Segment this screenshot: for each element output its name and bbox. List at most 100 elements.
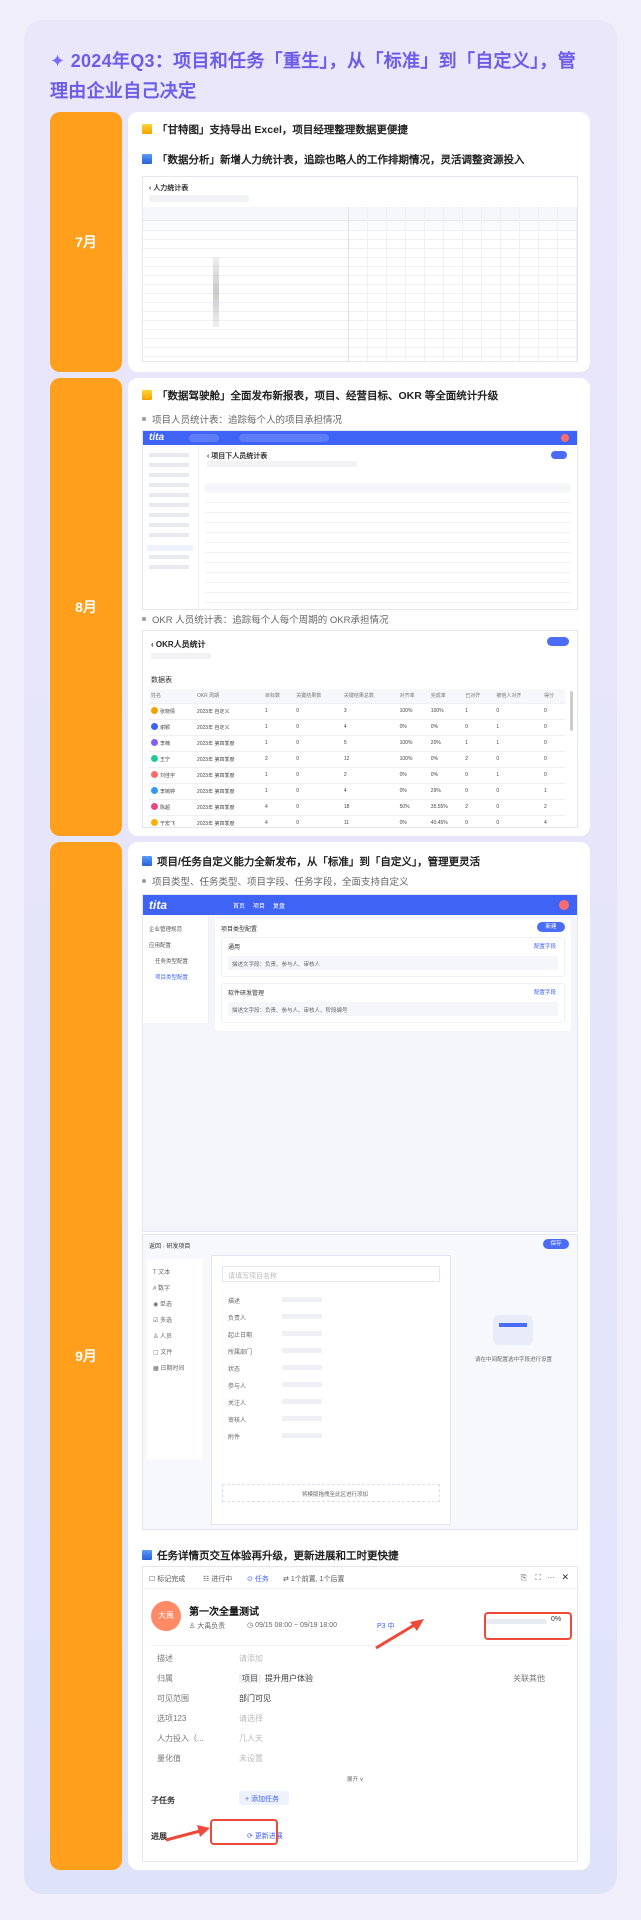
mark-complete-button[interactable]: ☐ 标记完成 xyxy=(149,1574,185,1584)
field-type-item[interactable]: ◉ 单选 xyxy=(153,1299,172,1308)
expand-icon[interactable]: ⛶ xyxy=(535,1573,541,1583)
task-owner[interactable]: ♙ 大禹负责 xyxy=(189,1621,225,1631)
okr-cell: 100% xyxy=(428,703,464,720)
okr-cell: 0 xyxy=(294,799,342,816)
okr-cell: 0 xyxy=(294,783,342,800)
editor-field-label[interactable]: 附件 xyxy=(228,1432,240,1441)
editor-field-label[interactable]: 参与人 xyxy=(228,1381,246,1390)
okr-cell: 0% xyxy=(397,815,429,827)
link-other-button[interactable]: 关联其他 xyxy=(513,1673,545,1684)
field-type-item[interactable]: ♙ 人员 xyxy=(153,1331,172,1340)
okr-cell: 4 xyxy=(341,719,398,736)
okr-cell: 1 xyxy=(463,703,495,720)
editor-field-label[interactable]: 起止日期 xyxy=(228,1330,252,1339)
okr-cell: 0 xyxy=(294,703,342,720)
table-row[interactable]: 谢颖 2023年 自定义 1 0 4 0% 0% 0 1 0 xyxy=(149,719,565,736)
task-field-value[interactable]: 请添加 xyxy=(239,1653,263,1664)
config-fields-button[interactable]: 配置字段 xyxy=(534,942,556,950)
okr-cell: 0 xyxy=(494,751,542,768)
nav-project[interactable]: 项目 xyxy=(253,901,265,910)
editor-field-label[interactable]: 所属部门 xyxy=(228,1347,252,1356)
okr-cell: 29% xyxy=(428,783,464,800)
month-card-aug: 「数据驾驶舱」全面发布新报表，项目、经营目标、OKR 等全面统计升级 项目人员统… xyxy=(128,378,590,836)
okr-cell: 40.45% xyxy=(428,815,464,827)
aug-sub-1: 项目人员统计表：追踪每个人的项目承担情况 xyxy=(142,412,342,426)
app-topbar: tita 首页 项目 复盘 xyxy=(143,895,577,915)
task-type-tag[interactable]: ⊙ 任务 xyxy=(247,1574,269,1584)
shot-title: ‹ 项目下人员统计表 xyxy=(207,453,268,460)
editor-field-label[interactable]: 关注人 xyxy=(228,1398,246,1407)
back-link[interactable]: 返回 xyxy=(149,1244,161,1250)
okr-cell-name: 李楠 xyxy=(149,735,195,752)
book-icon xyxy=(142,1550,152,1560)
okr-cell-name: 王宁 xyxy=(149,751,195,768)
table-row[interactable]: 陈超 2023年 第四季度 4 0 18 50% 35.55% 2 0 2 xyxy=(149,799,565,816)
dependency-link[interactable]: ⇄ 1个前置, 1个后置 xyxy=(283,1574,345,1584)
config-sidebar: 企业管理规范 应用配置 任务类型配置 项目类型配置 xyxy=(143,915,209,1023)
editor-field-label[interactable]: 负责人 xyxy=(228,1313,246,1322)
okr-column-header: 关键结果总数 xyxy=(341,689,398,704)
okr-cell: 0 xyxy=(463,815,495,827)
table-row[interactable]: 李楠 2023年 第四季度 1 0 5 100% 20% 1 1 0 xyxy=(149,735,565,752)
okr-cell: 1 xyxy=(263,735,295,752)
sidebar-item-app-config[interactable]: 应用配置 xyxy=(149,941,171,949)
sidebar-item-norms[interactable]: 企业管理规范 xyxy=(149,925,182,933)
table-row[interactable]: 刘佳宇 2023年 第四季度 1 0 2 0% 0% 0 1 0 xyxy=(149,767,565,784)
nav-review[interactable]: 复盘 xyxy=(273,901,285,910)
sidebar-item-project-type[interactable]: 项目类型配置 xyxy=(155,973,188,981)
task-field-value[interactable]: 项目 提升用户体验 xyxy=(239,1673,313,1684)
config-fields-button[interactable]: 配置字段 xyxy=(534,988,556,996)
status-dropdown[interactable]: ☷ 进行中 xyxy=(203,1574,232,1584)
field-type-item[interactable]: T 文本 xyxy=(153,1267,170,1276)
save-button[interactable]: 保存 xyxy=(543,1239,569,1249)
task-field-value[interactable]: 部门可见 xyxy=(239,1693,271,1704)
create-button[interactable]: 新建 xyxy=(537,922,565,932)
sidebar-item-task-type[interactable]: 任务类型配置 xyxy=(155,957,188,965)
task-date[interactable]: ◷ 09/15 08:00 ~ 09/19 18:00 xyxy=(247,1621,337,1629)
okr-column-header: 被他人对齐 xyxy=(494,689,542,704)
task-field-value[interactable]: 请选择 xyxy=(239,1713,263,1724)
task-title[interactable]: 第一次全量测试 xyxy=(189,1603,259,1618)
month-label-jul: 7月 xyxy=(50,112,122,372)
field-type-item[interactable]: ▦ 日期时间 xyxy=(153,1363,184,1372)
task-field-value[interactable]: 几人天 xyxy=(239,1733,263,1744)
okr-cell: 2023年 第四季度 xyxy=(194,815,264,827)
okr-cell: 2 xyxy=(463,799,495,816)
table-row[interactable]: 李婉婷 2023年 第四季度 1 0 4 0% 29% 0 0 1 xyxy=(149,783,565,800)
table-row[interactable]: 于宏飞 2023年 第四季度 4 0 11 0% 40.45% 0 0 4 xyxy=(149,815,565,827)
drag-hint: 将模版拖拽至此区进行添加 xyxy=(302,1492,369,1498)
avatar xyxy=(151,707,158,714)
field-type-item[interactable]: ▢ 文件 xyxy=(153,1347,172,1356)
okr-column-header: 对齐率 xyxy=(397,689,429,704)
tita-logo: tita xyxy=(149,432,164,443)
okr-table: 姓名 OKR 周期 目标数 关键结果数 关键结果总数 对齐率 完成率 已对齐 被他人对齐 得分 张… xyxy=(149,689,565,827)
okr-cell-name: 李婉婷 xyxy=(149,783,195,800)
book-icon xyxy=(142,154,152,164)
field-type-item[interactable]: ☑ 多选 xyxy=(153,1315,172,1324)
okr-cell: 0% xyxy=(428,751,464,768)
okr-cell: 0 xyxy=(294,735,342,752)
table-row[interactable]: 王宁 2023年 第四季度 2 0 12 100% 0% 2 0 0 xyxy=(149,751,565,768)
sep-line-1: 项目/任务自定义能力全新发布，从「标准」到「自定义」，管理更灵活 xyxy=(142,854,480,870)
task-field-value[interactable]: 未设置 xyxy=(239,1753,263,1764)
task-field-label: 描述 xyxy=(157,1654,173,1663)
expand-link[interactable]: 展开 ∨ xyxy=(347,1775,364,1783)
field-type-item[interactable]: # 数字 xyxy=(153,1283,170,1292)
editor-field-label[interactable]: 审核人 xyxy=(228,1415,246,1424)
name-placeholder[interactable]: 请填写项目名称 xyxy=(228,1271,277,1281)
field-type-icon: ◉ xyxy=(153,1302,160,1308)
add-subtask-button[interactable]: + 添加任务 xyxy=(245,1794,279,1804)
okr-cell: 1 xyxy=(494,719,542,736)
okr-cell: 0 xyxy=(541,767,565,784)
editor-field-label[interactable]: 描述 xyxy=(228,1296,240,1305)
nav-home[interactable]: 首页 xyxy=(233,901,245,910)
more-icon[interactable]: ··· xyxy=(547,1573,555,1582)
month-label-sep: 9月 xyxy=(50,842,122,1870)
okr-cell: 0 xyxy=(463,719,495,736)
close-icon[interactable]: ✕ xyxy=(561,1572,569,1583)
table-row[interactable]: 张晓倩 2023年 自定义 1 0 3 100% 100% 1 0 0 xyxy=(149,703,565,720)
editor-header: 返回 · 研发项目 xyxy=(149,1244,191,1250)
editor-canvas: 请填写项目名称 描述负责人起止日期所属部门状态参与人关注人审核人附件 将模版拖拽… xyxy=(211,1255,451,1525)
editor-field-label[interactable]: 状态 xyxy=(228,1364,240,1373)
copy-icon[interactable]: ⎘ xyxy=(521,1573,527,1583)
